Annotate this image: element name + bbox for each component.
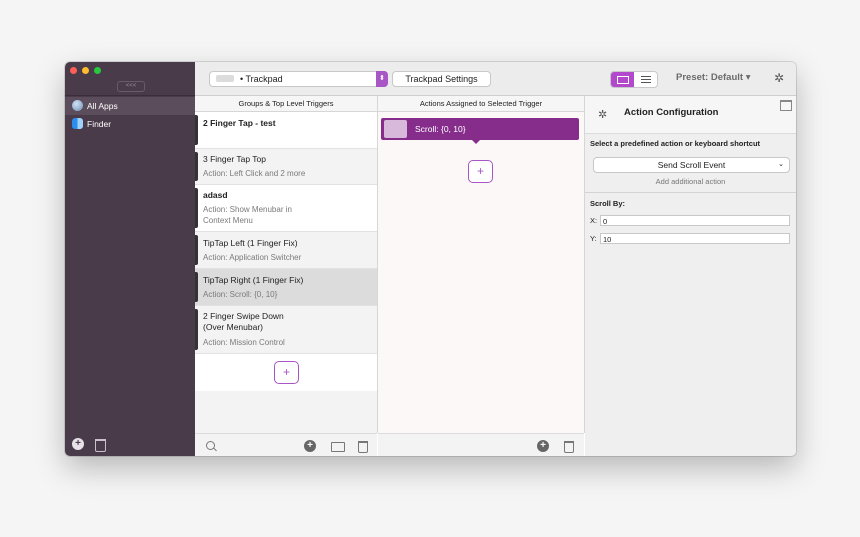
trigger-indicator xyxy=(195,115,198,145)
trash-icon[interactable] xyxy=(358,441,368,453)
config-title: Action Configuration xyxy=(624,107,719,118)
trigger-name: (Over Menubar) xyxy=(203,322,263,332)
triggers-column-header: Groups & Top Level Triggers xyxy=(195,96,377,112)
columns-view-icon[interactable] xyxy=(611,72,634,87)
add-trigger-area: + xyxy=(195,354,377,391)
x-label: X: xyxy=(590,216,598,225)
trigger-indicator xyxy=(195,272,198,302)
action-color-swatch xyxy=(384,120,407,138)
predefined-action-select[interactable]: Send Scroll Event ⌄ xyxy=(593,157,790,173)
add-action-circle-button[interactable]: + xyxy=(537,440,549,452)
trigger-action: Action: Scroll: {0, 10} xyxy=(203,290,278,299)
sidebar: <<< All Apps Finder + xyxy=(65,62,195,456)
actions-list: Scroll: {0, 10} + xyxy=(378,112,584,433)
sidebar-item-label: All Apps xyxy=(87,101,118,111)
add-trigger-circle-button[interactable]: + xyxy=(304,440,316,452)
app-window: <<< All Apps Finder + • Trackpad ⬍ Track… xyxy=(65,62,796,456)
action-configuration-panel: ✲ Action Configuration Select a predefin… xyxy=(585,96,796,456)
trigger-name: 3 Finger Tap Top xyxy=(203,154,267,164)
trigger-action: Action: Application Switcher xyxy=(203,253,302,262)
finder-icon xyxy=(72,118,83,129)
gear-icon[interactable]: ✲ xyxy=(774,72,784,84)
preset-dropdown[interactable]: Preset: Default ▾ xyxy=(676,72,750,83)
scroll-y-field[interactable]: 10 xyxy=(600,233,790,244)
trigger-item[interactable]: TipTap Left (1 Finger Fix) Action: Appli… xyxy=(195,232,377,269)
y-label: Y: xyxy=(590,234,597,243)
trigger-indicator xyxy=(195,309,198,350)
toolbar: • Trackpad ⬍ Trackpad Settings Preset: D… xyxy=(195,62,796,96)
config-subtitle: Select a predefined action or keyboard s… xyxy=(590,139,761,148)
trigger-item[interactable]: 2 Finger Swipe Down (Over Menubar) Actio… xyxy=(195,306,377,354)
trigger-action: Action: Show Menubar in xyxy=(203,205,292,214)
actions-column-header: Actions Assigned to Selected Trigger xyxy=(378,96,584,112)
select-arrows-icon: ⬍ xyxy=(376,71,388,87)
trigger-name: 2 Finger Tap - test xyxy=(203,118,276,128)
chevron-down-icon: ▾ xyxy=(745,72,751,83)
close-window-button[interactable] xyxy=(70,67,77,74)
trigger-name: TipTap Left (1 Finger Fix) xyxy=(203,238,298,248)
config-divider xyxy=(585,192,796,193)
scroll-by-label: Scroll By: xyxy=(590,199,626,208)
device-select-value: • Trackpad xyxy=(240,74,283,84)
add-trigger-button[interactable]: + xyxy=(274,361,299,384)
triggers-footer: + xyxy=(195,433,377,456)
zoom-window-button[interactable] xyxy=(94,67,101,74)
sidebar-item-all-apps[interactable]: All Apps xyxy=(65,97,195,115)
trash-icon[interactable] xyxy=(564,441,574,453)
actions-footer: + xyxy=(378,433,584,456)
chevron-down-icon: ⌄ xyxy=(778,161,784,168)
new-folder-icon[interactable] xyxy=(331,442,345,452)
trackpad-settings-button[interactable]: Trackpad Settings xyxy=(392,71,491,87)
search-icon[interactable] xyxy=(206,441,215,450)
trigger-indicator xyxy=(195,152,198,181)
trigger-action: Action: Left Click and 2 more xyxy=(203,169,306,178)
trigger-name: adasd xyxy=(203,190,228,200)
globe-icon xyxy=(72,100,83,111)
trigger-action: Context Menu xyxy=(203,216,253,225)
detach-window-icon[interactable] xyxy=(780,100,792,111)
add-app-button[interactable]: + xyxy=(72,438,84,450)
action-item-selected[interactable]: Scroll: {0, 10} xyxy=(381,118,579,144)
collapse-sidebar-button[interactable]: <<< xyxy=(117,81,145,92)
scroll-x-field[interactable]: 0 xyxy=(600,215,790,226)
trigger-item[interactable]: adasd Action: Show Menubar in Context Me… xyxy=(195,185,377,232)
add-action-button[interactable]: + xyxy=(468,160,493,183)
triggers-list: 2 Finger Tap - test 3 Finger Tap Top Act… xyxy=(195,112,377,433)
trigger-item-selected[interactable]: TipTap Right (1 Finger Fix) Action: Scro… xyxy=(195,269,377,306)
trigger-action: Action: Mission Control xyxy=(203,338,285,347)
device-select[interactable]: • Trackpad ⬍ xyxy=(209,71,388,87)
sidebar-item-finder[interactable]: Finder xyxy=(65,115,195,133)
trigger-indicator xyxy=(195,235,198,265)
predefined-action-value: Send Scroll Event xyxy=(657,160,726,170)
trigger-name: 2 Finger Swipe Down xyxy=(203,311,284,321)
gear-icon: ✲ xyxy=(598,109,608,121)
config-header: ✲ Action Configuration xyxy=(585,96,796,134)
sidebar-divider xyxy=(65,95,195,96)
action-pointer xyxy=(472,140,480,144)
trigger-indicator xyxy=(195,188,198,228)
minimize-window-button[interactable] xyxy=(82,67,89,74)
view-toggle[interactable] xyxy=(610,71,658,88)
trigger-item[interactable]: 2 Finger Tap - test xyxy=(195,112,377,149)
sidebar-footer: + xyxy=(65,432,195,456)
trackpad-icon xyxy=(216,75,234,82)
trigger-name: TipTap Right (1 Finger Fix) xyxy=(203,275,304,285)
action-label: Scroll: {0, 10} xyxy=(415,124,466,134)
sidebar-item-label: Finder xyxy=(87,119,112,129)
trash-icon[interactable] xyxy=(95,439,106,452)
add-additional-action-link[interactable]: Add additional action xyxy=(585,177,796,186)
trigger-item[interactable]: 3 Finger Tap Top Action: Left Click and … xyxy=(195,149,377,185)
